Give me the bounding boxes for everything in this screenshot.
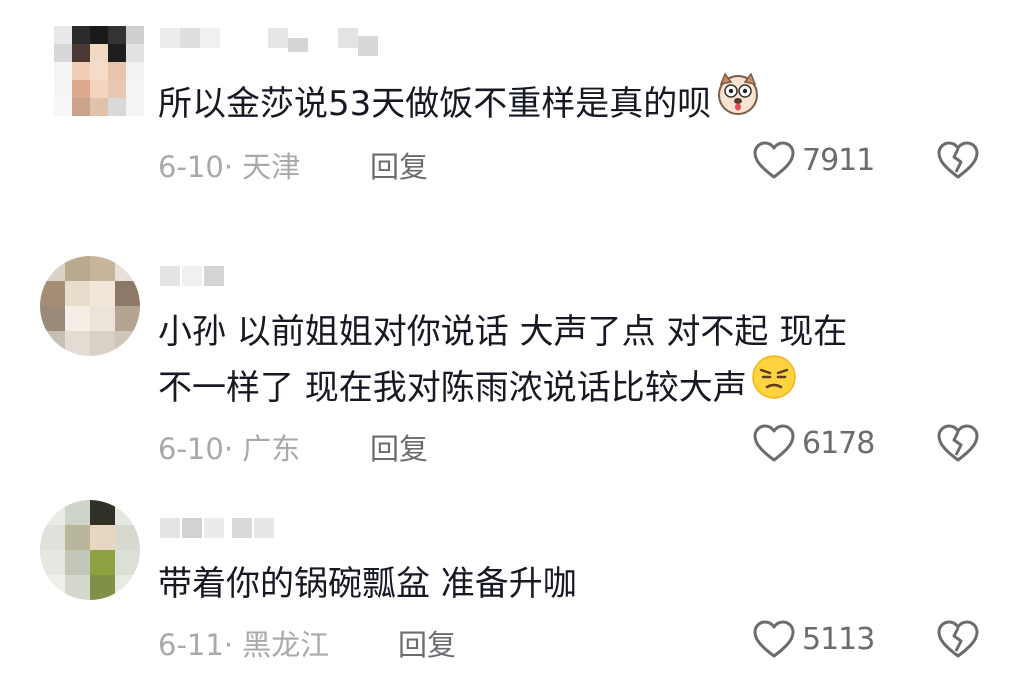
dislike-button[interactable] — [936, 620, 982, 664]
dislike-button[interactable] — [936, 141, 982, 185]
comment-location: 天津 — [242, 150, 301, 184]
comment-line: 小孙 以前姐姐对你说话 大声了点 对不起 现在 — [158, 312, 848, 352]
like-heart-icon — [753, 620, 795, 658]
comment-line: 不一样了 现在我对陈雨浓说话比较大声 — [158, 368, 747, 408]
avatar[interactable] — [40, 256, 140, 356]
username-blurred[interactable] — [160, 266, 240, 288]
avatar[interactable] — [54, 26, 144, 116]
dog-face-emoji — [715, 70, 761, 133]
comment-location: 黑龙江 — [242, 628, 330, 662]
like-button[interactable]: 6178 — [752, 424, 882, 468]
comment-date: 6-10 — [158, 432, 224, 466]
comment-meta: 6-10· 广东 回复 — [158, 426, 428, 468]
like-count: 5113 — [802, 622, 875, 657]
dislike-broken-heart-icon — [937, 141, 979, 179]
dislike-button[interactable] — [936, 424, 982, 468]
comment-date: 6-11 — [158, 628, 224, 662]
comment-line: 所以金莎说53天做饭不重样是真的呗 — [158, 84, 712, 124]
comment-meta: 6-11· 黑龙江 回复 — [158, 622, 456, 664]
username-blurred[interactable] — [160, 28, 400, 56]
comment-location: 广东 — [242, 432, 301, 466]
dislike-broken-heart-icon — [937, 620, 979, 658]
reply-button[interactable]: 回复 — [370, 144, 428, 186]
comment-text: 所以金莎说53天做饭不重样是真的呗 — [158, 72, 761, 133]
like-count: 7911 — [802, 143, 875, 178]
comment-line: 带着你的锅碗瓢盆 准备升咖 — [158, 564, 577, 604]
like-heart-icon — [753, 424, 795, 462]
comment-date: 6-10 — [158, 150, 224, 184]
reply-button[interactable]: 回复 — [398, 622, 456, 664]
avatar[interactable] — [40, 500, 140, 600]
username-blurred[interactable] — [160, 518, 300, 540]
comment-meta: 6-10· 天津 回复 — [158, 144, 428, 186]
reply-button[interactable]: 回复 — [370, 426, 428, 468]
like-heart-icon — [753, 141, 795, 179]
like-button[interactable]: 7911 — [752, 141, 882, 185]
smirk-face-emoji — [751, 354, 797, 417]
comment-text: 带着你的锅碗瓢盆 准备升咖 — [158, 556, 577, 612]
dislike-broken-heart-icon — [937, 424, 979, 462]
like-button[interactable]: 5113 — [752, 620, 882, 664]
like-count: 6178 — [802, 426, 875, 461]
comment-text: 小孙 以前姐姐对你说话 大声了点 对不起 现在 不一样了 现在我对陈雨浓说话比较… — [158, 304, 847, 417]
